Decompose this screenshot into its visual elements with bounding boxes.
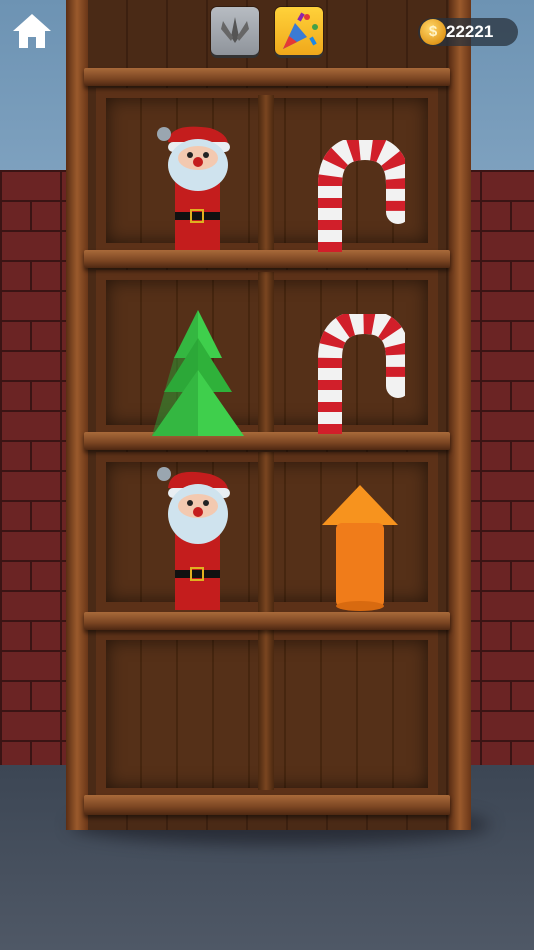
party-popper-button[interactable] bbox=[275, 7, 323, 55]
bookcase-side-left bbox=[66, 0, 88, 830]
shelf-plank bbox=[84, 612, 450, 630]
coin-icon: $ bbox=[420, 19, 446, 45]
spark-burst-icon bbox=[221, 17, 249, 43]
coin-count: 22221 bbox=[446, 22, 494, 41]
shelf-divider bbox=[258, 452, 274, 612]
candy-cane[interactable] bbox=[310, 314, 405, 434]
shelf-plank bbox=[84, 250, 450, 268]
spark-burst-button[interactable] bbox=[211, 7, 259, 55]
shelf-plank-bottom bbox=[84, 795, 450, 815]
shelf-divider bbox=[258, 272, 274, 435]
bookcase-side-right bbox=[449, 0, 471, 830]
firework-rocket[interactable] bbox=[322, 485, 398, 611]
shelf-plank-top bbox=[84, 68, 450, 86]
santa-figure[interactable] bbox=[150, 120, 240, 252]
santa-figure[interactable] bbox=[150, 462, 240, 612]
coin-counter: $ 22221 bbox=[418, 18, 518, 46]
shelf-plank bbox=[84, 432, 450, 450]
candy-cane[interactable] bbox=[310, 140, 405, 252]
shelf-divider bbox=[258, 95, 274, 253]
home-icon[interactable] bbox=[12, 12, 52, 50]
shelf-divider bbox=[258, 630, 274, 790]
party-popper-icon bbox=[283, 12, 318, 49]
christmas-tree[interactable] bbox=[150, 310, 246, 438]
